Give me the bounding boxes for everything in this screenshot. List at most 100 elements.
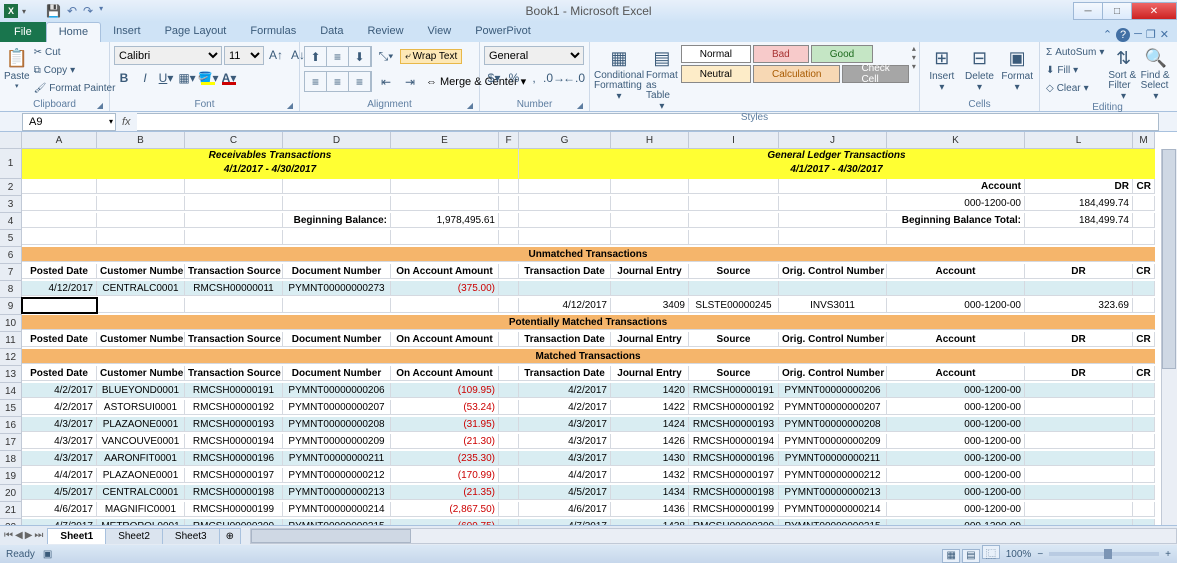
cell[interactable] (779, 179, 887, 194)
cell[interactable]: 1430 (611, 451, 689, 466)
cell[interactable]: Account (887, 179, 1025, 194)
cell[interactable]: 1422 (611, 400, 689, 415)
bold-button[interactable]: B (114, 69, 134, 87)
horizontal-scrollbar[interactable] (250, 528, 1177, 544)
cell[interactable] (887, 281, 1025, 296)
cell[interactable]: RMCSH00000197 (689, 468, 779, 483)
fill-button[interactable]: ⬇ Fill ▾ (1044, 62, 1106, 79)
cell[interactable]: CR (1133, 264, 1155, 279)
cell[interactable]: RMCSH00000191 (689, 383, 779, 398)
cell[interactable]: RMCSH00000194 (689, 434, 779, 449)
style-bad[interactable]: Bad (753, 45, 809, 63)
view-page-layout-icon[interactable]: ▤ (962, 549, 980, 563)
row-header[interactable]: 9 (0, 298, 22, 315)
cell[interactable] (499, 383, 519, 398)
qat-save-icon[interactable]: 💾 (46, 4, 61, 18)
zoom-level[interactable]: 100% (1006, 549, 1032, 560)
col-header-K[interactable]: K (887, 132, 1025, 149)
insert-cells-button[interactable]: ⊞Insert▾ (924, 44, 960, 93)
cell[interactable]: 000-1200-00 (887, 298, 1025, 313)
cell[interactable] (689, 179, 779, 194)
cell[interactable] (1133, 502, 1155, 517)
qat-redo-icon[interactable]: ↷ (83, 4, 93, 18)
cell[interactable]: PYMNT00000000209 (779, 434, 887, 449)
cell[interactable] (1025, 434, 1133, 449)
cell[interactable]: Account (887, 366, 1025, 381)
cell[interactable] (1025, 281, 1133, 296)
cell[interactable]: (31.95) (391, 417, 499, 432)
minimize-ribbon-icon[interactable]: ⌃ (1103, 28, 1112, 42)
row-header[interactable]: 4 (0, 213, 22, 230)
autosum-button[interactable]: Σ AutoSum ▾ (1044, 44, 1106, 61)
cell[interactable]: DR (1025, 366, 1133, 381)
col-header-B[interactable]: B (97, 132, 185, 149)
cell[interactable]: Transaction Date (519, 264, 611, 279)
cell[interactable] (689, 213, 779, 228)
cell[interactable]: PYMNT00000000214 (779, 502, 887, 517)
cell[interactable] (1133, 519, 1155, 525)
cell[interactable] (499, 468, 519, 483)
cell[interactable] (611, 281, 689, 296)
cell[interactable] (499, 451, 519, 466)
cell[interactable] (1133, 417, 1155, 432)
cell[interactable]: 000-1200-00 (887, 468, 1025, 483)
cell[interactable]: PYMNT00000000215 (779, 519, 887, 525)
row-header[interactable]: 5 (0, 230, 22, 247)
col-header-A[interactable]: A (22, 132, 97, 149)
align-left[interactable]: ≡ (305, 72, 327, 91)
cell[interactable]: RMCSH00000200 (185, 519, 283, 525)
cell[interactable] (283, 196, 391, 211)
fx-icon[interactable]: fx (116, 116, 137, 128)
cell[interactable]: Orig. Control Number (779, 332, 887, 347)
cell[interactable]: SLSTE00000245 (689, 298, 779, 313)
cell[interactable]: 1420 (611, 383, 689, 398)
cell[interactable]: CR (1133, 179, 1155, 194)
tab-insert[interactable]: Insert (101, 22, 153, 42)
cell[interactable]: 000-1200-00 (887, 434, 1025, 449)
macro-record-icon[interactable]: ▣ (43, 549, 52, 560)
find-select-button[interactable]: 🔍Find & Select▾ (1141, 44, 1171, 102)
cell[interactable] (779, 196, 887, 211)
col-header-L[interactable]: L (1025, 132, 1133, 149)
cell[interactable] (499, 502, 519, 517)
tab-review[interactable]: Review (355, 22, 415, 42)
doc-restore-icon[interactable]: ❐ (1146, 28, 1156, 42)
row-header[interactable]: 13 (0, 366, 22, 383)
sheet-nav-next[interactable]: ▶ (25, 530, 33, 541)
row-header[interactable]: 3 (0, 196, 22, 213)
cell[interactable]: PYMNT00000000206 (283, 383, 391, 398)
cell[interactable]: 4/2/2017 (22, 383, 97, 398)
cell[interactable]: Posted Date (22, 332, 97, 347)
cell[interactable]: 1434 (611, 485, 689, 500)
cell[interactable] (499, 366, 519, 381)
spreadsheet-grid[interactable]: ABCDEFGHIJKLM 1Receivables Transactions4… (0, 132, 1177, 525)
cell[interactable] (1025, 451, 1133, 466)
row-header[interactable]: 2 (0, 179, 22, 196)
row-header[interactable]: 10 (0, 315, 22, 332)
cell[interactable] (185, 196, 283, 211)
cell[interactable]: Receivables Transactions4/1/2017 - 4/30/… (22, 149, 519, 179)
col-header-G[interactable]: G (519, 132, 611, 149)
sheet-nav-last[interactable]: ⏭ (34, 530, 43, 541)
cell[interactable]: DR (1025, 179, 1133, 194)
cell[interactable]: PYMNT00000000273 (283, 281, 391, 296)
cell[interactable]: 000-1200-00 (887, 485, 1025, 500)
cell[interactable]: Customer Number (97, 264, 185, 279)
cell[interactable]: Document Number (283, 332, 391, 347)
cell[interactable] (1133, 196, 1155, 211)
cell[interactable]: 4/3/2017 (22, 417, 97, 432)
cell[interactable]: RMCSH00000198 (185, 485, 283, 500)
cell[interactable] (499, 434, 519, 449)
cell[interactable] (611, 230, 689, 245)
cell[interactable] (611, 179, 689, 194)
cell[interactable]: Beginning Balance Total: (887, 213, 1025, 228)
cell[interactable]: Potentially Matched Transactions (22, 315, 1155, 330)
col-header-H[interactable]: H (611, 132, 689, 149)
increase-font-icon[interactable]: A↑ (266, 46, 286, 64)
cell[interactable] (499, 264, 519, 279)
col-header-M[interactable]: M (1133, 132, 1155, 149)
col-header-C[interactable]: C (185, 132, 283, 149)
cell[interactable] (1025, 230, 1133, 245)
cell[interactable]: AARONFIT0001 (97, 451, 185, 466)
cell[interactable]: 4/2/2017 (519, 400, 611, 415)
